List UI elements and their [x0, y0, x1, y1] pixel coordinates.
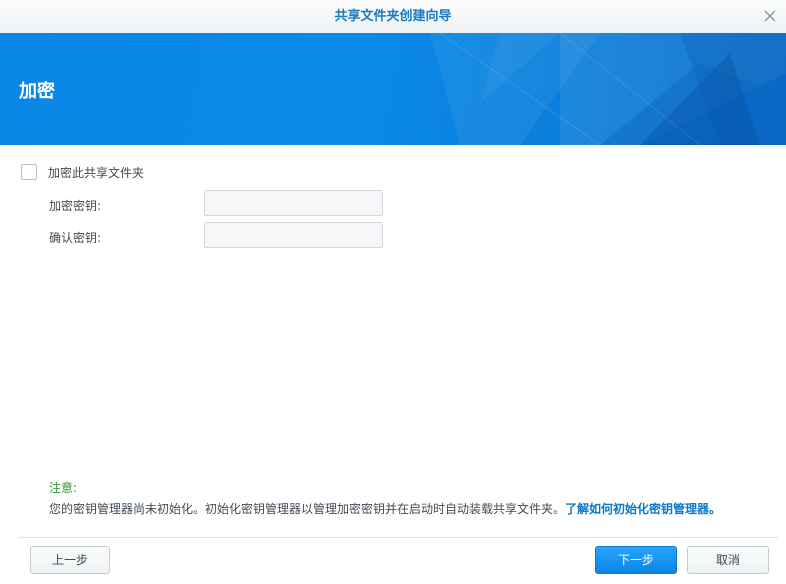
title-bar: 共享文件夹创建向导: [0, 0, 786, 34]
wizard-content: 加密此共享文件夹 加密密钥: 确认密钥: 注意: 您的密钥管理器尚未初始化。初始…: [0, 145, 786, 537]
encrypt-checkbox-label[interactable]: 加密此共享文件夹: [48, 164, 144, 181]
page-heading: 加密: [19, 81, 55, 102]
note-title: 注意:: [49, 481, 78, 495]
cancel-button[interactable]: 取消: [687, 546, 769, 574]
key-manager-help-link[interactable]: 了解如何初始化密钥管理器。: [565, 502, 721, 516]
wizard-footer: 上一步 下一步 取消: [18, 537, 778, 584]
close-button[interactable]: [760, 6, 780, 26]
confirm-key-label: 确认密钥:: [49, 231, 102, 245]
encryption-key-input[interactable]: [204, 190, 383, 216]
header-banner: 加密: [0, 33, 786, 145]
confirm-key-input[interactable]: [204, 222, 383, 248]
banner-decoration: [430, 33, 786, 145]
next-button[interactable]: 下一步: [595, 546, 677, 574]
encrypt-option[interactable]: 加密此共享文件夹: [21, 163, 144, 181]
window-title: 共享文件夹创建向导: [334, 9, 452, 24]
encrypt-checkbox[interactable]: [21, 164, 37, 180]
note-text-line: 您的密钥管理器尚未初始化。初始化密钥管理器以管理加密密钥并在启动时自动装载共享文…: [49, 500, 721, 517]
encryption-key-label: 加密密钥:: [49, 199, 102, 213]
note-text: 您的密钥管理器尚未初始化。初始化密钥管理器以管理加密密钥并在启动时自动装载共享文…: [49, 502, 566, 516]
close-icon: [764, 10, 776, 22]
back-button[interactable]: 上一步: [30, 546, 110, 574]
